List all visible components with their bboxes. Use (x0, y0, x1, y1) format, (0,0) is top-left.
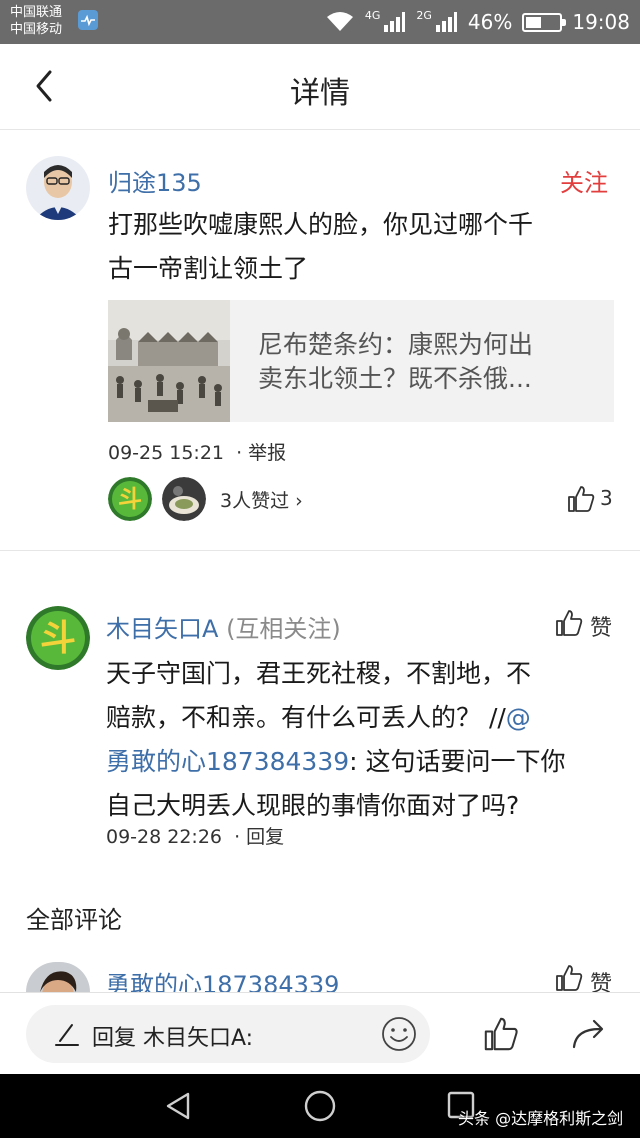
reply-username-name: 木目矢口A (106, 615, 219, 643)
carrier-names: 中国联通 中国移动 (10, 4, 62, 38)
wifi-icon (326, 12, 353, 31)
reply-link[interactable]: · 回复 (234, 826, 284, 848)
watermark: 头条 @达摩格利斯之剑 (458, 1109, 624, 1128)
liker-avatar[interactable] (162, 477, 206, 521)
nav-home-icon[interactable] (302, 1088, 338, 1124)
comment-text: 打那些吹嘘康熙人的脸，你见过哪个千 古一帝割让领土了 (108, 206, 533, 288)
report-link[interactable]: · 举报 (236, 442, 286, 464)
mention-link[interactable]: 勇敢的心187384339 (106, 747, 349, 776)
likers-summary[interactable]: 3人赞过 › (220, 486, 303, 513)
follow-button[interactable]: 关注 (560, 163, 608, 198)
comment-meta: 09-25 15:21 · 举报 (108, 438, 286, 465)
page-title: 详情 (290, 76, 350, 111)
reply-text-segment: : 这句话要问一下你 (349, 747, 566, 776)
comment-text-line: 打那些吹嘘康熙人的脸，你见过哪个千 (108, 210, 534, 239)
like-button-label[interactable]: 赞 (590, 610, 612, 642)
reply-username[interactable]: 木目矢口A (互相关注) (106, 609, 341, 644)
battery-percent: 46% (467, 10, 513, 34)
reply-text-line: 天子守国门，君王死社稷，不割地，不 (106, 659, 532, 688)
avatar[interactable] (26, 156, 90, 220)
nav-back-icon[interactable] (160, 1088, 196, 1124)
mutual-follow-tag: (互相关注) (226, 615, 341, 643)
reply-text-line: 自己大明丢人现眼的事情你面对了吗? (106, 791, 520, 820)
comment-username[interactable]: 归途135 (108, 163, 202, 198)
mention-at[interactable]: @ (506, 703, 531, 732)
page-header: 详情 (0, 44, 640, 130)
bottom-action-bar: 回复 木目矢口A: (0, 992, 640, 1074)
article-title-line: 尼布楚条约：康熙为何出 (258, 330, 534, 359)
network-type-2: 2G (416, 8, 432, 22)
carrier-1: 中国联通 (10, 5, 63, 20)
article-title: 尼布楚条约：康熙为何出 卖东北领土？既不杀俄... (258, 328, 578, 396)
clock: 19:08 (572, 10, 630, 34)
reply-text-line: 赔款，不和亲。有什么可丢人的？ //@ (106, 699, 566, 737)
battery-icon (522, 12, 567, 32)
reply-placeholder: 回复 木目矢口A: (92, 1026, 254, 1051)
signal-icon (435, 12, 457, 32)
emoji-icon[interactable] (380, 1015, 418, 1053)
reply-meta: 09-28 22:26 · 回复 (106, 822, 284, 849)
thumbs-up-icon[interactable] (554, 963, 584, 993)
all-comments-title: 全部评论 (26, 906, 122, 934)
reply-text-line: 勇敢的心187384339: 这句话要问一下你 (106, 743, 566, 781)
thumbs-up-icon[interactable] (482, 1015, 520, 1053)
share-icon[interactable] (570, 1015, 610, 1051)
status-bar: 中国联通 中国移动 4G 2G 46% 19:08 (0, 0, 640, 44)
thumbs-up-icon[interactable] (554, 608, 584, 638)
reply-text: 天子守国门，君王死社稷，不割地，不 赔款，不和亲。有什么可丢人的？ //@ 勇敢… (106, 655, 566, 825)
comment-time: 09-25 15:21 (108, 442, 225, 464)
avatar[interactable] (26, 962, 90, 992)
pen-icon (55, 1024, 79, 1046)
svg-text:斗: 斗 (40, 618, 76, 659)
carrier-2: 中国移动 (10, 22, 63, 37)
article-thumbnail (108, 300, 230, 422)
svg-text:斗: 斗 (118, 485, 142, 513)
reply-input[interactable]: 回复 木目矢口A: (26, 1005, 430, 1063)
signal-icon (384, 12, 406, 32)
battery-level (526, 16, 542, 28)
avatar[interactable]: 斗 (26, 606, 90, 670)
health-app-icon (78, 10, 98, 30)
reply-time: 09-28 22:26 (106, 826, 223, 848)
thumbs-up-icon[interactable] (566, 484, 596, 514)
network-type-1: 4G (364, 8, 381, 22)
article-title-line: 卖东北领土？既不杀俄... (258, 364, 532, 393)
reply-text-segment: 赔款，不和亲。有什么可丢人的？ // (106, 703, 506, 732)
liker-avatar[interactable]: 斗 (108, 477, 152, 521)
divider (0, 550, 640, 551)
comment-text-line: 古一帝割让领土了 (108, 254, 309, 283)
like-count: 3 (600, 486, 613, 510)
linked-article-card[interactable]: 尼布楚条约：康熙为何出 卖东北领土？既不杀俄... (108, 300, 614, 422)
